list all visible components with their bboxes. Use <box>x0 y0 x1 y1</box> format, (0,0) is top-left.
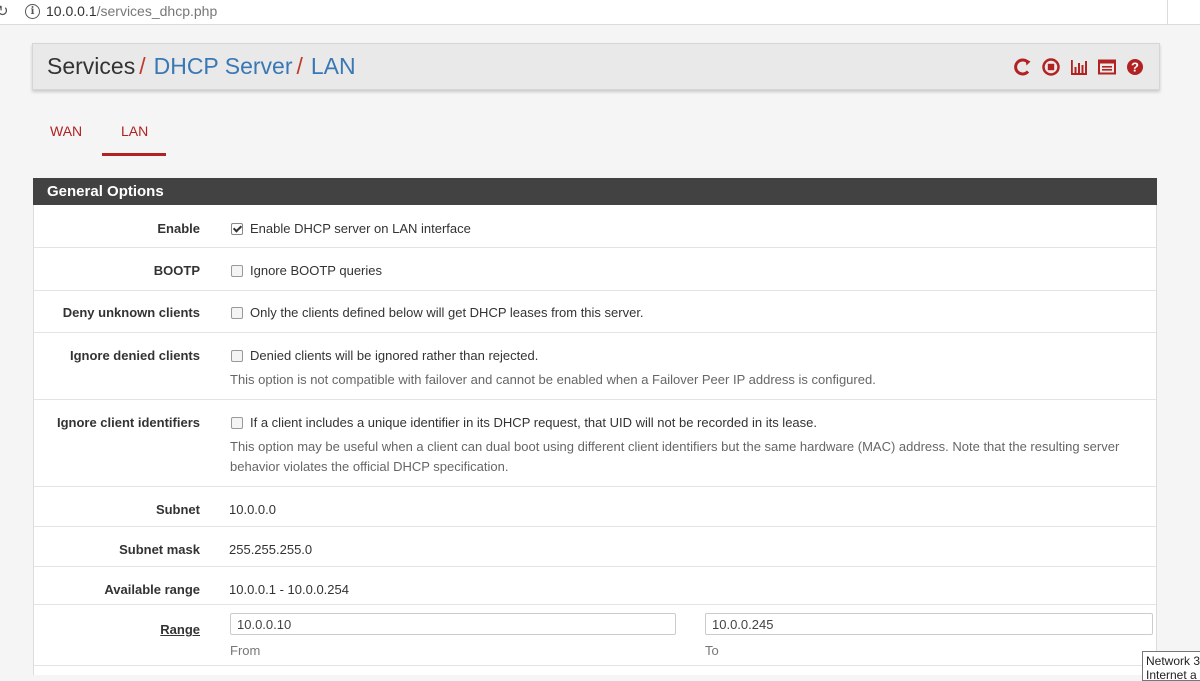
ignore-client-ids-checkbox[interactable] <box>231 417 243 429</box>
deny-unknown-label: Deny unknown clients <box>62 305 200 320</box>
row-range: Range 10.0.0.10 From 10.0.0.245 To <box>34 605 1156 666</box>
range-to-input[interactable]: 10.0.0.245 <box>705 613 1153 635</box>
range-from-input[interactable]: 10.0.0.10 <box>230 613 676 635</box>
stop-service-icon[interactable] <box>1041 57 1061 77</box>
breadcrumb: Services / DHCP Server / LAN <box>47 53 356 80</box>
subnet-mask-label: Subnet mask <box>119 542 200 557</box>
tab-lan[interactable]: LAN <box>121 123 148 139</box>
info-icon[interactable]: i <box>25 4 40 19</box>
enable-checkbox[interactable] <box>231 223 243 235</box>
row-ignore-client-ids: Ignore client identifiers If a client in… <box>34 400 1156 487</box>
active-tab-indicator <box>102 153 166 156</box>
status-graph-icon[interactable] <box>1069 57 1089 77</box>
breadcrumb-services: Services <box>47 53 136 79</box>
page-header: Services / DHCP Server / LAN ? <box>32 43 1160 90</box>
ignore-denied-label: Ignore denied clients <box>69 348 200 363</box>
tab-wan[interactable]: WAN <box>50 123 82 139</box>
deny-unknown-checkbox[interactable] <box>231 307 243 319</box>
range-from-label: From <box>230 643 261 658</box>
header-actions: ? <box>1013 57 1145 77</box>
row-available-range: Available range 10.0.0.1 - 10.0.0.254 <box>34 567 1156 605</box>
network-tooltip: Network 3 Internet a <box>1142 651 1200 681</box>
ignore-denied-text: Denied clients will be ignored rather th… <box>250 348 539 363</box>
subnet-mask-value: 255.255.255.0 <box>229 542 313 557</box>
panel-title: General Options <box>47 183 164 200</box>
ignore-denied-checkbox[interactable] <box>231 350 243 362</box>
url-path: /services_dhcp.php <box>96 3 218 19</box>
general-options-panel: Enable Enable DHCP server on LAN interfa… <box>33 205 1157 675</box>
range-label[interactable]: Range <box>160 622 200 637</box>
enable-text: Enable DHCP server on LAN interface <box>250 221 471 236</box>
svg-text:?: ? <box>1131 60 1139 75</box>
address-bar-end <box>1167 0 1200 24</box>
help-icon[interactable]: ? <box>1125 57 1145 77</box>
enable-label: Enable <box>157 221 200 236</box>
ignore-client-ids-label: Ignore client identifiers <box>56 415 200 430</box>
ignore-client-ids-text: If a client includes a unique identifier… <box>250 415 817 430</box>
url-field[interactable]: 10.0.0.1/services_dhcp.php <box>46 3 217 19</box>
subnet-value: 10.0.0.0 <box>229 502 276 517</box>
breadcrumb-separator: / <box>296 53 303 79</box>
url-host: 10.0.0.1 <box>46 3 97 19</box>
row-subnet: Subnet 10.0.0.0 <box>34 487 1156 527</box>
ignore-client-ids-help: This option may be useful when a client … <box>230 439 1120 474</box>
bootp-text: Ignore BOOTP queries <box>250 263 382 278</box>
reload-icon[interactable]: ↻ <box>0 2 9 20</box>
restart-service-icon[interactable] <box>1013 57 1033 77</box>
row-bootp: BOOTP Ignore BOOTP queries <box>34 248 1156 291</box>
address-bar: ↻ i 10.0.0.1/services_dhcp.php <box>0 0 1200 25</box>
panel-header: General Options <box>33 178 1157 205</box>
row-enable: Enable Enable DHCP server on LAN interfa… <box>34 205 1156 248</box>
breadcrumb-lan[interactable]: LAN <box>311 53 356 79</box>
bootp-label: BOOTP <box>153 263 200 278</box>
subnet-label: Subnet <box>155 502 200 517</box>
bootp-checkbox[interactable] <box>231 265 243 277</box>
available-range-value: 10.0.0.1 - 10.0.0.254 <box>229 582 349 597</box>
ignore-denied-help: This option is not compatible with failo… <box>230 372 876 387</box>
row-ignore-denied: Ignore denied clients Denied clients wil… <box>34 333 1156 400</box>
deny-unknown-text: Only the clients defined below will get … <box>250 305 644 320</box>
available-range-label: Available range <box>104 582 200 597</box>
row-deny-unknown: Deny unknown clients Only the clients de… <box>34 291 1156 333</box>
range-to-label: To <box>705 643 719 658</box>
row-subnet-mask: Subnet mask 255.255.255.0 <box>34 527 1156 567</box>
breadcrumb-separator: / <box>139 53 146 79</box>
breadcrumb-dhcp-server[interactable]: DHCP Server <box>154 53 293 79</box>
log-icon[interactable] <box>1097 57 1117 77</box>
